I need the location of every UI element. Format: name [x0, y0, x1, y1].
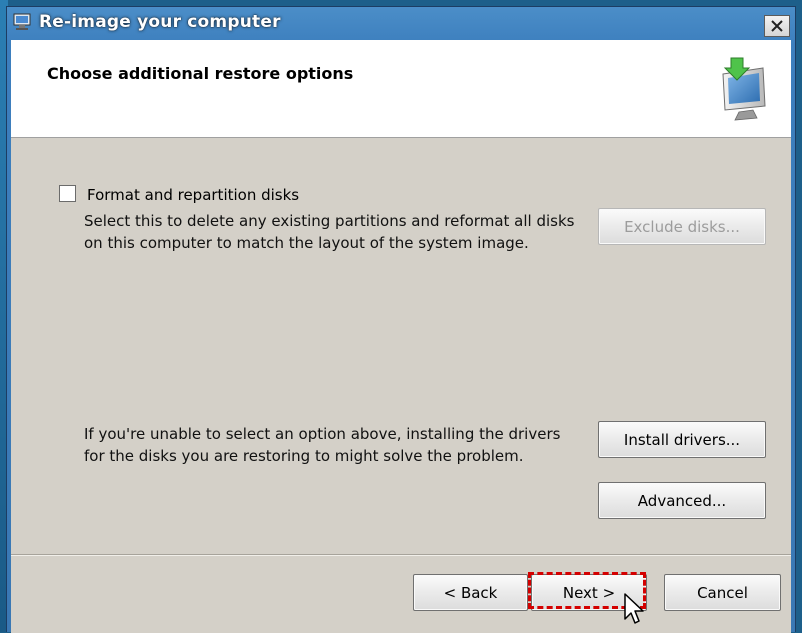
format-description-line: Select this to delete any existing parti…	[84, 212, 575, 230]
close-button[interactable]	[764, 15, 790, 37]
dialog-header: Choose additional restore options	[11, 40, 791, 138]
footer-divider	[11, 554, 791, 556]
window-computer-icon	[13, 12, 33, 32]
mouse-pointer-icon	[623, 593, 647, 627]
title-bar[interactable]: Re-image your computer	[7, 7, 795, 38]
format-disks-checkbox[interactable]	[59, 185, 76, 202]
back-button[interactable]: < Back	[413, 574, 528, 611]
computer-restore-icon	[709, 54, 779, 124]
cancel-button[interactable]: Cancel	[664, 574, 781, 611]
exclude-disks-button[interactable]: Exclude disks...	[598, 208, 766, 245]
drivers-description-line: If you're unable to select an option abo…	[84, 425, 561, 443]
format-description: Select this to delete any existing parti…	[84, 210, 584, 254]
drivers-description-line: for the disks you are restoring to might…	[84, 447, 524, 465]
reimage-dialog: Re-image your computer Choose additional…	[6, 6, 796, 633]
close-icon	[770, 17, 784, 36]
format-description-line: on this computer to match the layout of …	[84, 234, 529, 252]
install-drivers-button[interactable]: Install drivers...	[598, 421, 766, 458]
dialog-client-area: Choose additional restore options Format…	[11, 40, 791, 633]
format-disks-label[interactable]: Format and repartition disks	[87, 186, 299, 204]
drivers-description: If you're unable to select an option abo…	[84, 423, 584, 467]
window-title: Re-image your computer	[39, 12, 281, 32]
page-title: Choose additional restore options	[47, 64, 354, 83]
advanced-button[interactable]: Advanced...	[598, 482, 766, 519]
